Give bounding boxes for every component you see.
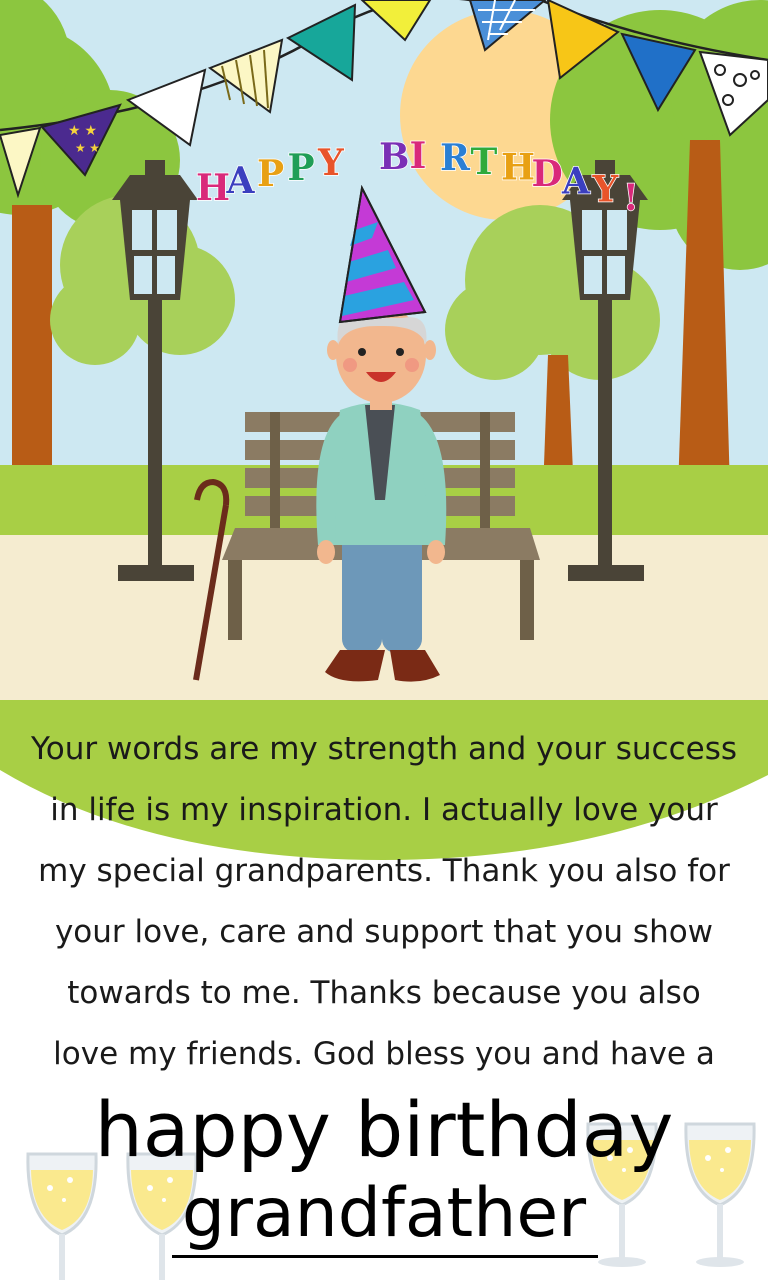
banner-letter: D (532, 153, 563, 195)
banner-letter: A (561, 160, 591, 202)
banner-letter: A (226, 160, 256, 202)
headline-underline (172, 1255, 598, 1258)
message-line-3: my special grandparents. Thank you also … (38, 853, 730, 889)
message-line-4: your love, care and support that you sho… (54, 914, 714, 950)
message-line-5: towards to me. Thanks because you also (67, 975, 701, 1011)
headline-happy-birthday: happy birthday (94, 1085, 674, 1174)
banner-letter: Y (317, 142, 345, 184)
svg-text:★ ★: ★ ★ (75, 141, 100, 155)
message-line-6: love my friends. God bless you and have … (53, 1036, 715, 1072)
banner-letter: I (410, 135, 427, 177)
banner-letter: Y (592, 168, 620, 210)
banner-letter: P (257, 153, 284, 195)
message-line-1: Your words are my strength and your succ… (30, 731, 738, 767)
banner-letter: B (379, 136, 409, 178)
green-wave (0, 700, 768, 860)
banner-letter: ! (623, 177, 639, 219)
banner-letter: H (501, 146, 535, 188)
message-line-2: in life is my inspiration. I actually lo… (50, 792, 718, 828)
banner-letter: P (288, 147, 315, 189)
svg-text:★ ★: ★ ★ (68, 122, 97, 138)
banner-letter: H (196, 167, 230, 209)
banner-letter: R (440, 137, 471, 179)
birthday-card: ★ ★ ★ ★ H A P P Y B I R T H D A Y ! Your… (0, 0, 768, 1280)
banner-letter: T (471, 141, 498, 183)
headline-grandfather: grandfather (181, 1174, 587, 1253)
